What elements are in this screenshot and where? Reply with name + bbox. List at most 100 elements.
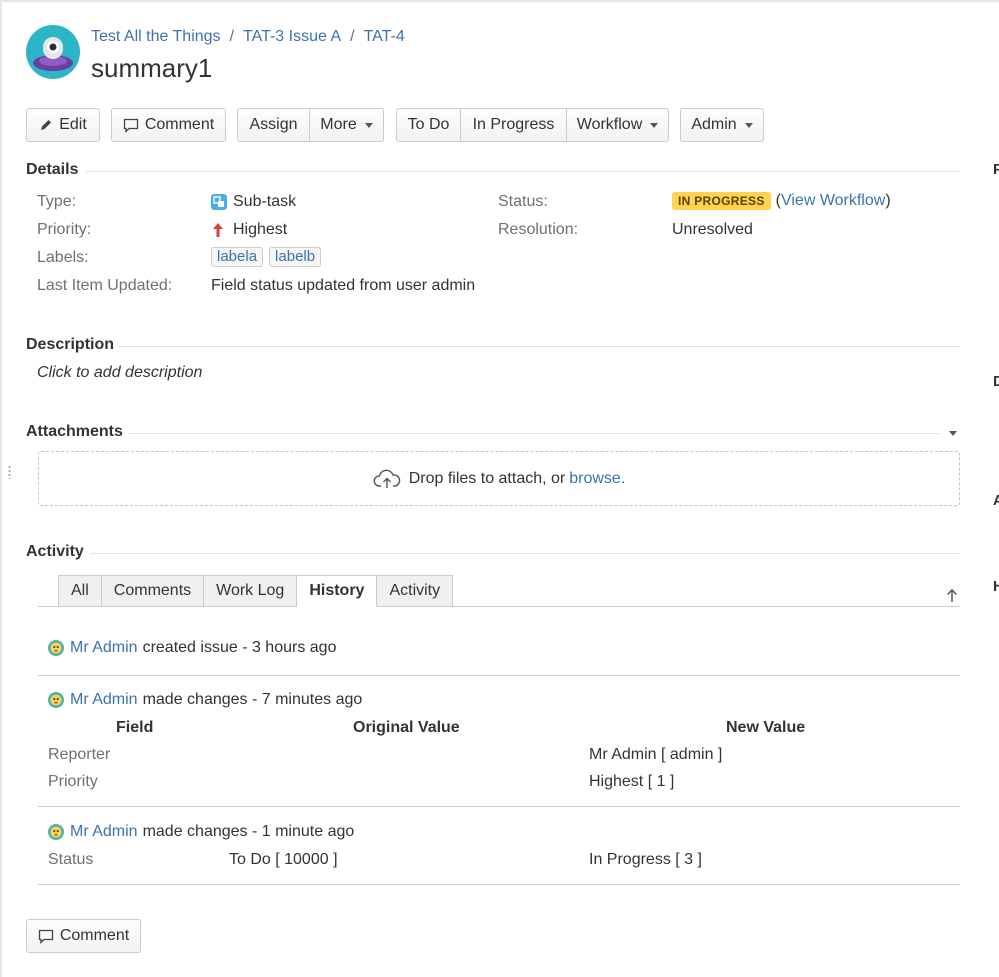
breadcrumb-separator: / <box>350 28 355 45</box>
change-field: Status <box>48 851 94 868</box>
column-header-new: New Value <box>726 719 806 736</box>
change-new: In Progress [ 3 ] <box>589 851 702 868</box>
description-heading[interactable]: Description <box>26 336 114 354</box>
view-workflow-close-paren: ) <box>885 192 891 209</box>
tab-activity[interactable]: Activity <box>377 575 454 607</box>
activity-heading[interactable]: Activity <box>26 543 84 561</box>
user-avatar-icon[interactable] <box>48 824 64 840</box>
column-header-original: Original Value <box>353 719 460 736</box>
user-avatar-icon[interactable] <box>48 692 64 708</box>
attachment-dropzone[interactable]: Drop files to attach, or browse. <box>38 451 960 506</box>
entry-divider <box>38 675 960 676</box>
change-field: Reporter <box>48 746 111 763</box>
comment-icon <box>123 118 138 133</box>
comment-icon <box>38 929 53 944</box>
label-tag[interactable]: labelb <box>269 247 322 267</box>
user-link[interactable]: Mr Admin <box>70 823 138 841</box>
assign-button[interactable]: Assign <box>238 109 309 141</box>
project-avatar[interactable] <box>26 25 80 79</box>
edit-button[interactable]: Edit <box>26 108 100 142</box>
left-border <box>0 0 2 977</box>
description-divider <box>118 346 960 347</box>
change-original: To Do [ 10000 ] <box>229 851 338 868</box>
dropzone-text: Drop files to attach, or <box>408 469 566 487</box>
resolution-label: Resolution: <box>498 221 579 238</box>
entry-divider <box>38 884 960 885</box>
workflow-button[interactable]: Workflow <box>566 109 668 141</box>
history-action: created issue - 3 hours ago <box>142 639 337 656</box>
right-panel-heading: D <box>993 373 999 390</box>
status-label: Status: <box>498 193 548 210</box>
view-workflow-link[interactable]: View Workflow <box>781 192 885 210</box>
drag-handle-icon[interactable] <box>8 465 11 479</box>
tab-all[interactable]: All <box>58 575 102 607</box>
description-placeholder[interactable]: Click to add description <box>37 364 202 382</box>
last-updated-value: Field status updated from user admin <box>211 277 476 294</box>
footer-comment-button[interactable]: Comment <box>26 919 141 953</box>
change-new: Highest [ 1 ] <box>589 773 675 790</box>
breadcrumb-parent-link[interactable]: TAT-3 Issue A <box>243 28 341 45</box>
priority-label: Priority: <box>37 221 92 238</box>
history-action: made changes - 7 minutes ago <box>142 691 363 708</box>
to-do-button[interactable]: To Do <box>397 109 460 141</box>
history-entry: Mr Admin made changes - 7 minutes ago <box>48 691 362 709</box>
activity-tabs: All Comments Work Log History Activity <box>58 575 454 607</box>
admin-button-label: Admin <box>691 116 737 133</box>
type-label: Type: <box>37 193 77 210</box>
details-heading[interactable]: Details <box>26 161 78 179</box>
entry-divider <box>38 806 960 807</box>
chevron-down-icon <box>364 122 373 128</box>
admin-button[interactable]: Admin <box>680 108 764 142</box>
right-panel-heading: P <box>993 161 999 178</box>
breadcrumb-project-link[interactable]: Test All the Things <box>91 28 221 45</box>
attachments-heading[interactable]: Attachments <box>26 423 123 441</box>
labels-label: Labels: <box>37 249 89 266</box>
change-field: Priority <box>48 773 98 790</box>
type-value-text: Sub-task <box>233 193 297 210</box>
user-avatar-icon[interactable] <box>48 640 64 656</box>
user-link[interactable]: Mr Admin <box>70 691 138 709</box>
in-progress-button[interactable]: In Progress <box>460 109 566 141</box>
workflow-group: To Do In Progress Workflow <box>396 108 669 142</box>
labels-value: labela labelb <box>211 247 327 267</box>
issue-summary[interactable]: summary1 <box>91 53 212 84</box>
tab-work-log[interactable]: Work Log <box>204 575 298 607</box>
sort-arrow-up-icon[interactable] <box>946 589 958 603</box>
tab-comments[interactable]: Comments <box>101 575 205 607</box>
breadcrumb: Test All the Things / TAT-3 Issue A / TAT-4 <box>91 28 405 46</box>
history-action: made changes - 1 minute ago <box>142 823 355 840</box>
comment-button-label: Comment <box>144 116 215 133</box>
right-panel-heading: H <box>993 578 999 595</box>
history-entry: Mr Admin made changes - 1 minute ago <box>48 823 354 841</box>
subtask-icon <box>211 194 227 210</box>
attachments-divider <box>128 433 940 434</box>
history-entry: Mr Admin created issue - 3 hours ago <box>48 639 336 657</box>
edit-button-label: Edit <box>59 116 87 133</box>
user-link[interactable]: Mr Admin <box>70 639 138 657</box>
pencil-icon <box>41 120 52 130</box>
attachments-options-icon[interactable] <box>949 431 957 436</box>
comment-button[interactable]: Comment <box>111 108 226 142</box>
breadcrumb-issue-link[interactable]: TAT-4 <box>364 28 405 45</box>
chevron-down-icon <box>650 122 659 128</box>
label-tag[interactable]: labela <box>211 247 264 267</box>
chevron-down-icon <box>744 122 753 128</box>
breadcrumb-separator: / <box>229 28 235 45</box>
priority-value-text: Highest <box>233 221 288 238</box>
priority-value: Highest <box>211 221 287 239</box>
cloud-upload-icon <box>373 469 400 488</box>
browse-link[interactable]: browse. <box>569 470 625 488</box>
resolution-value: Unresolved <box>672 221 753 238</box>
status-lozenge: IN PROGRESS <box>672 192 771 210</box>
last-updated-label: Last Item Updated: <box>37 277 173 294</box>
column-header-field: Field <box>116 719 154 736</box>
more-button-label: More <box>320 116 357 133</box>
details-divider <box>86 171 960 172</box>
top-border <box>0 0 999 2</box>
activity-divider <box>90 553 960 554</box>
tab-history[interactable]: History <box>297 575 378 607</box>
status-value: IN PROGRESS (View Workflow) <box>672 192 891 210</box>
type-value: Sub-task <box>211 193 296 211</box>
assign-more-group: Assign More <box>237 108 384 142</box>
more-button[interactable]: More <box>309 109 383 141</box>
